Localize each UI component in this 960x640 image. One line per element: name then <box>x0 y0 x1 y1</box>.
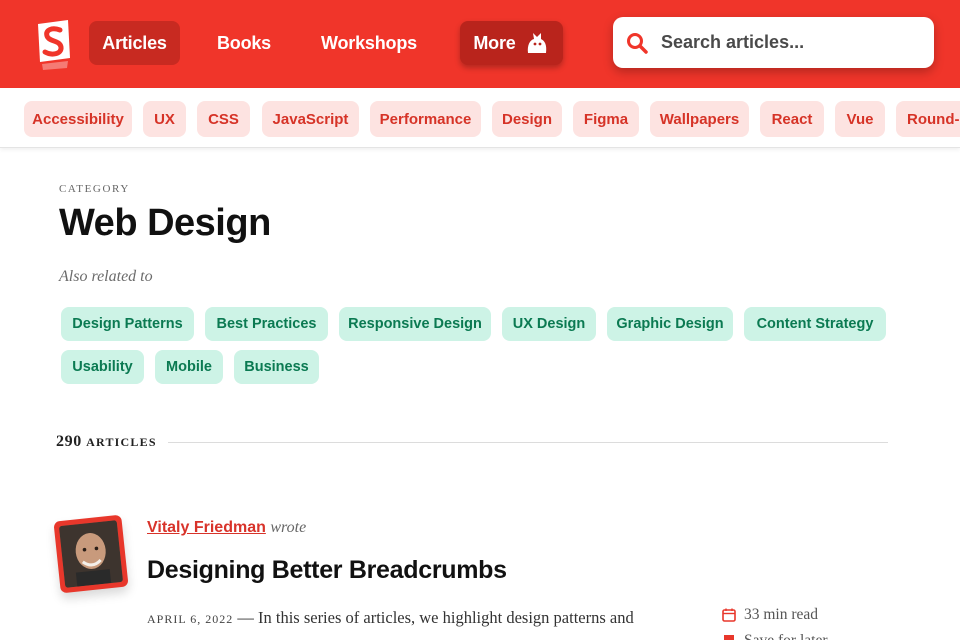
tag-label: Performance <box>379 110 472 128</box>
tag-label: Wallpapers <box>659 110 740 128</box>
read-time: 33 min read <box>722 606 818 624</box>
search-input[interactable] <box>661 32 921 53</box>
nav-articles-label: Articles <box>102 32 167 53</box>
article-count-number: 290 <box>56 433 82 450</box>
nav-more-button[interactable]: More <box>460 21 563 65</box>
article-count-word: ARTICLES <box>86 435 157 449</box>
tag-accessibility[interactable]: Accessibility <box>24 101 132 137</box>
tag-react[interactable]: React <box>760 101 824 137</box>
related-tag-best-practices[interactable]: Best Practices <box>205 307 328 341</box>
nav-workshops-label: Workshops <box>321 32 417 53</box>
related-tag-ux-design[interactable]: UX Design <box>502 307 596 341</box>
tag-css[interactable]: CSS <box>197 101 250 137</box>
nav-books[interactable]: Books <box>202 21 286 65</box>
smashing-logo-icon[interactable] <box>30 18 74 70</box>
related-tag-label: Graphic Design <box>616 316 724 332</box>
related-tag-content-strategy[interactable]: Content Strategy <box>744 307 886 341</box>
article-title-link[interactable]: Designing Better Breadcrumbs <box>147 556 507 585</box>
nav-books-label: Books <box>216 32 271 53</box>
page-title: Web Design <box>59 202 271 244</box>
related-tag-label: Business <box>244 359 309 375</box>
tag-label: UX <box>154 110 175 128</box>
site-header: Articles Books Workshops More <box>0 0 960 88</box>
category-label: CATEGORY <box>59 183 130 195</box>
tag-performance[interactable]: Performance <box>370 101 481 137</box>
related-tag-graphic-design[interactable]: Graphic Design <box>607 307 733 341</box>
cat-mascot-icon <box>527 33 546 53</box>
related-tag-label: Content Strategy <box>756 316 874 332</box>
tag-design[interactable]: Design <box>492 101 562 137</box>
related-tag-label: Design Patterns <box>72 316 183 332</box>
nav-more-label: More <box>473 32 516 53</box>
save-for-later-text: Save for later <box>744 632 828 640</box>
read-time-text: 33 min read <box>744 606 819 623</box>
tag-label: Vue <box>846 110 874 128</box>
author-link[interactable]: Vitaly Friedman <box>147 519 266 536</box>
tag-label: Figma <box>583 110 629 128</box>
tag-vue[interactable]: Vue <box>835 101 885 137</box>
tag-ux[interactable]: UX <box>143 101 186 137</box>
tag-label: JavaScript <box>272 110 349 128</box>
tag-label: Round-Up <box>907 110 960 128</box>
search-box[interactable] <box>613 17 934 68</box>
tag-figma[interactable]: Figma <box>573 101 639 137</box>
related-tag-label: Best Practices <box>216 316 317 332</box>
related-tag-label: Usability <box>72 359 133 375</box>
related-tag-responsive-design[interactable]: Responsive Design <box>339 307 491 341</box>
save-for-later[interactable]: Save for later <box>722 632 828 640</box>
tag-label: CSS <box>208 110 239 128</box>
tag-label: Design <box>501 110 552 128</box>
wrote-label: wrote <box>270 519 307 536</box>
calendar-icon <box>722 608 736 622</box>
related-tag-usability[interactable]: Usability <box>61 350 144 384</box>
tag-label: React <box>771 110 813 128</box>
topic-tag-bar: Accessibility UX CSS JavaScript Performa… <box>0 88 960 148</box>
related-tag-design-patterns[interactable]: Design Patterns <box>61 307 194 341</box>
search-icon <box>627 32 648 54</box>
author-line: Vitaly Friedman wrote <box>147 519 306 537</box>
article-date: APRIL 6, 2022 <box>147 612 234 626</box>
related-label: Also related to <box>59 268 153 285</box>
author-photo-icon <box>58 520 124 588</box>
article-excerpt: APRIL 6, 2022 — In this series of articl… <box>147 604 682 640</box>
tag-round-up[interactable]: Round-Up <box>896 101 960 137</box>
tag-wallpapers[interactable]: Wallpapers <box>650 101 749 137</box>
related-tag-label: UX Design <box>512 316 586 332</box>
divider <box>168 442 888 443</box>
tag-javascript[interactable]: JavaScript <box>262 101 359 137</box>
article-count: 290 ARTICLES <box>56 433 157 451</box>
nav-articles[interactable]: Articles <box>89 21 180 65</box>
related-tag-mobile[interactable]: Mobile <box>155 350 223 384</box>
avatar <box>58 520 124 588</box>
author-avatar[interactable] <box>53 514 129 594</box>
related-tag-label: Responsive Design <box>348 316 482 332</box>
related-tag-label: Mobile <box>166 359 212 375</box>
tag-label: Accessibility <box>32 110 124 128</box>
nav-workshops[interactable]: Workshops <box>307 21 431 65</box>
related-tag-business[interactable]: Business <box>234 350 319 384</box>
bookmark-icon <box>724 635 734 640</box>
